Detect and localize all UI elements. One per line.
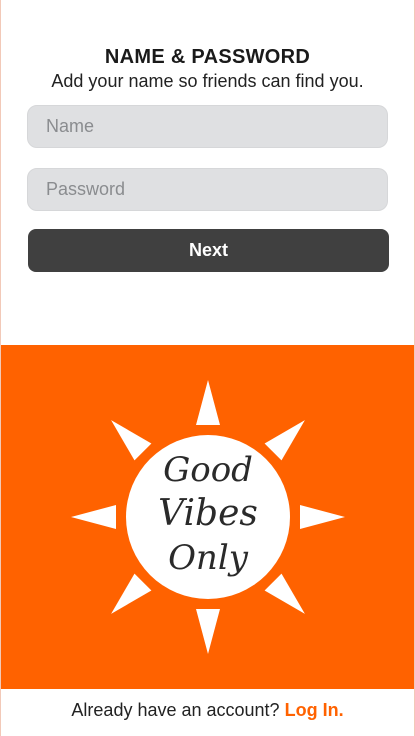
next-button[interactable]: Next (28, 229, 389, 272)
page-title: NAME & PASSWORD (104, 46, 311, 68)
sun-ray (111, 573, 152, 614)
hero-line-1: Good (163, 450, 253, 490)
sun-ray (300, 505, 345, 529)
sun-ray (264, 573, 305, 614)
signup-screen: NAME & PASSWORD Add your name so friends… (0, 0, 415, 736)
hero-line-3: Only (168, 538, 249, 578)
sun-ray (111, 420, 152, 461)
login-link[interactable]: Log In. (285, 700, 344, 720)
login-prompt-text: Already have an account? (71, 700, 280, 720)
hero-line-2: Vibes (158, 493, 258, 534)
sun-ray (264, 420, 305, 461)
sun-ray (71, 505, 116, 529)
password-input[interactable] (27, 168, 388, 211)
sun-icon: Good Vibes Only (71, 380, 345, 654)
name-password-form: NAME & PASSWORD Add your name so friends… (1, 0, 414, 345)
sun-ray (196, 380, 220, 425)
good-vibes-banner: Good Vibes Only (1, 345, 414, 689)
sun-ray (196, 609, 220, 654)
login-prompt: Already have an account? Log In. (1, 700, 414, 721)
name-input[interactable] (27, 105, 388, 148)
page-subtitle: Add your name so friends can find you. (51, 71, 364, 91)
